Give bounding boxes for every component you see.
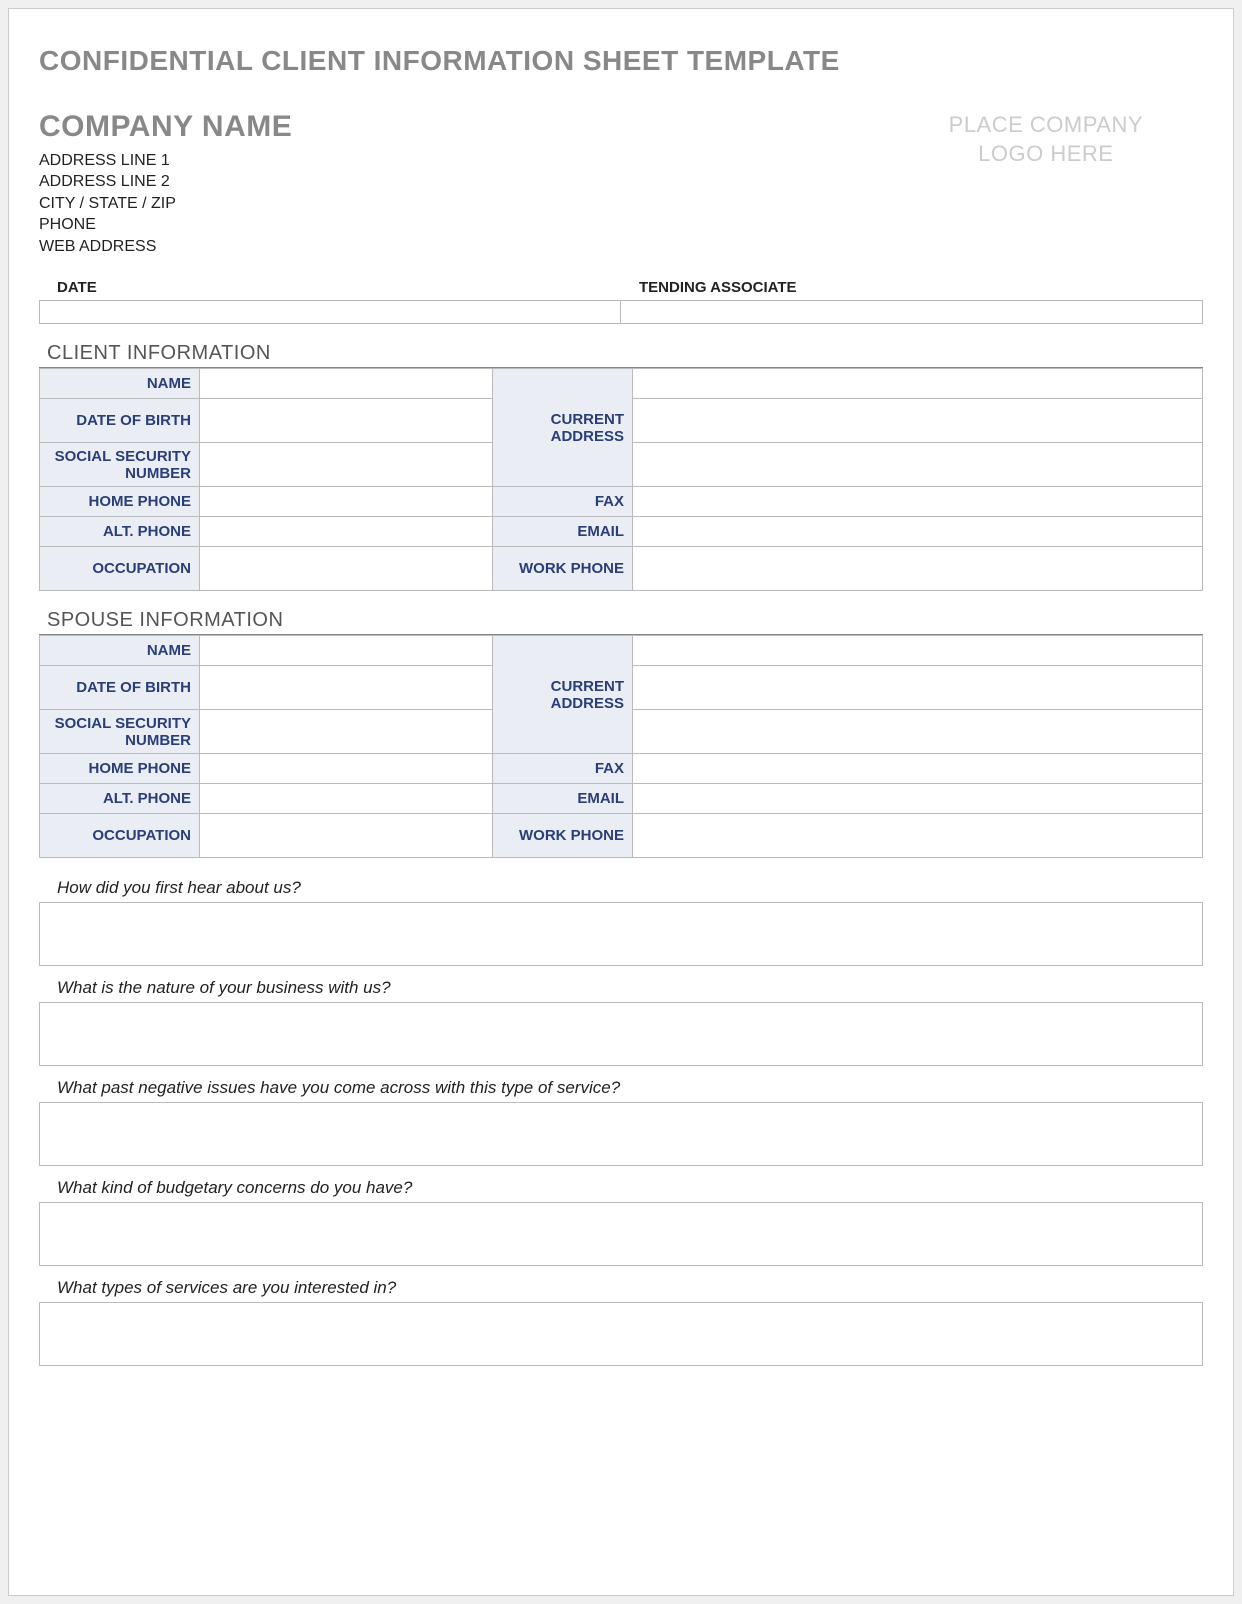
client-altphone-label: ALT. PHONE [40, 517, 200, 547]
date-associate-row: DATE TENDING ASSOCIATE [39, 275, 1203, 324]
logo-line-1: PLACE COMPANY [949, 111, 1143, 140]
city-state-zip: CITY / STATE / ZIP [39, 193, 292, 215]
logo-line-2: LOGO HERE [949, 140, 1143, 169]
spouse-ssn-label: SOCIAL SECURITY NUMBER [40, 710, 200, 754]
client-fax-label: FAX [493, 487, 633, 517]
spouse-section-title: SPOUSE INFORMATION [39, 599, 1203, 635]
question-1: How did you first hear about us? [39, 876, 1203, 902]
spouse-address-label: CURRENT ADDRESS [493, 636, 633, 754]
document-page: CONFIDENTIAL CLIENT INFORMATION SHEET TE… [8, 8, 1234, 1596]
spouse-name-label: NAME [40, 636, 200, 666]
client-address-label: CURRENT ADDRESS [493, 369, 633, 487]
company-block: COMPANY NAME ADDRESS LINE 1 ADDRESS LINE… [39, 107, 292, 257]
associate-label: TENDING ASSOCIATE [621, 275, 1203, 300]
client-email-input[interactable] [633, 517, 1203, 547]
client-altphone-input[interactable] [200, 517, 493, 547]
client-ssn-input[interactable] [200, 443, 493, 487]
answer-2-input[interactable] [39, 1002, 1203, 1066]
spouse-dob-input[interactable] [200, 666, 493, 710]
client-workphone-label: WORK PHONE [493, 547, 633, 591]
header-row: COMPANY NAME ADDRESS LINE 1 ADDRESS LINE… [39, 107, 1203, 257]
spouse-occupation-label: OCCUPATION [40, 814, 200, 858]
spouse-address-input-2[interactable] [633, 666, 1203, 710]
client-address-input-3[interactable] [633, 443, 1203, 487]
answer-1-input[interactable] [39, 902, 1203, 966]
company-name: COMPANY NAME [39, 107, 292, 148]
spouse-email-label: EMAIL [493, 784, 633, 814]
spouse-occupation-input[interactable] [200, 814, 493, 858]
client-name-label: NAME [40, 369, 200, 399]
client-email-label: EMAIL [493, 517, 633, 547]
spouse-name-input[interactable] [200, 636, 493, 666]
client-occupation-input[interactable] [200, 547, 493, 591]
client-section-title: CLIENT INFORMATION [39, 332, 1203, 368]
question-4: What kind of budgetary concerns do you h… [39, 1176, 1203, 1202]
question-2: What is the nature of your business with… [39, 976, 1203, 1002]
questions-block: How did you first hear about us? What is… [39, 876, 1203, 1366]
address-line-1: ADDRESS LINE 1 [39, 150, 292, 172]
spouse-altphone-label: ALT. PHONE [40, 784, 200, 814]
spouse-ssn-input[interactable] [200, 710, 493, 754]
spouse-homephone-label: HOME PHONE [40, 754, 200, 784]
date-label: DATE [39, 275, 621, 300]
client-fax-input[interactable] [633, 487, 1203, 517]
spouse-fax-label: FAX [493, 754, 633, 784]
logo-placeholder: PLACE COMPANY LOGO HERE [949, 107, 1203, 168]
date-input[interactable] [39, 300, 621, 324]
client-dob-input[interactable] [200, 399, 493, 443]
answer-3-input[interactable] [39, 1102, 1203, 1166]
spouse-workphone-input[interactable] [633, 814, 1203, 858]
client-workphone-input[interactable] [633, 547, 1203, 591]
client-address-input-1[interactable] [633, 369, 1203, 399]
client-ssn-label: SOCIAL SECURITY NUMBER [40, 443, 200, 487]
client-address-input-2[interactable] [633, 399, 1203, 443]
client-homephone-label: HOME PHONE [40, 487, 200, 517]
client-info-table: NAME CURRENT ADDRESS DATE OF BIRTH SOCIA… [39, 368, 1203, 591]
spouse-dob-label: DATE OF BIRTH [40, 666, 200, 710]
spouse-address-input-3[interactable] [633, 710, 1203, 754]
question-5: What types of services are you intereste… [39, 1276, 1203, 1302]
client-occupation-label: OCCUPATION [40, 547, 200, 591]
spouse-workphone-label: WORK PHONE [493, 814, 633, 858]
address-line-2: ADDRESS LINE 2 [39, 171, 292, 193]
spouse-altphone-input[interactable] [200, 784, 493, 814]
question-3: What past negative issues have you come … [39, 1076, 1203, 1102]
spouse-email-input[interactable] [633, 784, 1203, 814]
spouse-info-table: NAME CURRENT ADDRESS DATE OF BIRTH SOCIA… [39, 635, 1203, 858]
answer-5-input[interactable] [39, 1302, 1203, 1366]
client-name-input[interactable] [200, 369, 493, 399]
phone-line: PHONE [39, 214, 292, 236]
associate-input[interactable] [621, 300, 1203, 324]
answer-4-input[interactable] [39, 1202, 1203, 1266]
web-line: WEB ADDRESS [39, 236, 292, 258]
spouse-fax-input[interactable] [633, 754, 1203, 784]
document-title: CONFIDENTIAL CLIENT INFORMATION SHEET TE… [39, 45, 1203, 77]
spouse-address-input-1[interactable] [633, 636, 1203, 666]
client-dob-label: DATE OF BIRTH [40, 399, 200, 443]
spouse-homephone-input[interactable] [200, 754, 493, 784]
client-homephone-input[interactable] [200, 487, 493, 517]
